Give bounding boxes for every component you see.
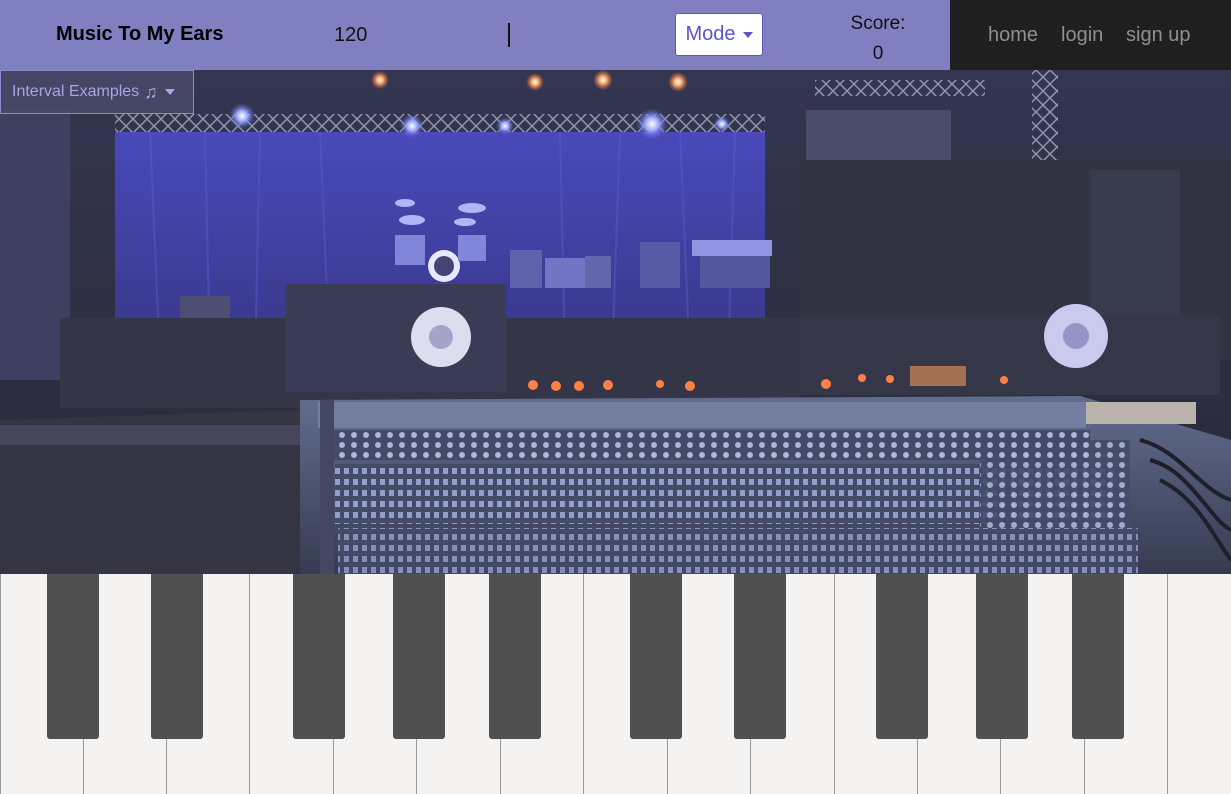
mode-dropdown-button[interactable]: Mode bbox=[675, 13, 763, 56]
black-key[interactable] bbox=[489, 574, 541, 739]
nav-home-link[interactable]: home bbox=[988, 24, 1038, 47]
interval-examples-dropdown[interactable]: Interval Examples ♫ bbox=[0, 70, 194, 114]
tempo-value[interactable]: 120 bbox=[334, 24, 367, 47]
piano-keyboard bbox=[0, 574, 1231, 794]
app-title: Music To My Ears bbox=[56, 23, 224, 45]
black-key[interactable] bbox=[1072, 574, 1124, 739]
black-key[interactable] bbox=[630, 574, 682, 739]
score-display: Score: 0 bbox=[830, 9, 926, 69]
hero-stage-image: Interval Examples ♫ bbox=[0, 70, 1231, 574]
score-label: Score: bbox=[850, 13, 906, 34]
black-key[interactable] bbox=[151, 574, 203, 739]
caret-down-icon bbox=[742, 31, 753, 38]
music-note-icon: ♫ bbox=[144, 81, 158, 102]
black-key[interactable] bbox=[976, 574, 1028, 739]
top-bar: Music To My Ears 120 Mode Score: 0 bbox=[0, 0, 950, 70]
black-key[interactable] bbox=[393, 574, 445, 739]
interval-examples-label: Interval Examples bbox=[12, 83, 140, 100]
score-value: 0 bbox=[872, 43, 884, 64]
nav-login-link[interactable]: login bbox=[1061, 24, 1103, 47]
black-key[interactable] bbox=[47, 574, 99, 739]
text-cursor bbox=[508, 23, 510, 47]
black-key[interactable] bbox=[734, 574, 786, 739]
caret-down-icon bbox=[164, 89, 175, 95]
black-key[interactable] bbox=[876, 574, 928, 739]
nav-bar: home login sign up bbox=[950, 0, 1231, 70]
mode-label: Mode bbox=[685, 23, 736, 45]
stage-illustration bbox=[0, 70, 1231, 574]
white-key[interactable] bbox=[1167, 574, 1231, 794]
black-key[interactable] bbox=[293, 574, 345, 739]
nav-signup-link[interactable]: sign up bbox=[1126, 24, 1191, 47]
